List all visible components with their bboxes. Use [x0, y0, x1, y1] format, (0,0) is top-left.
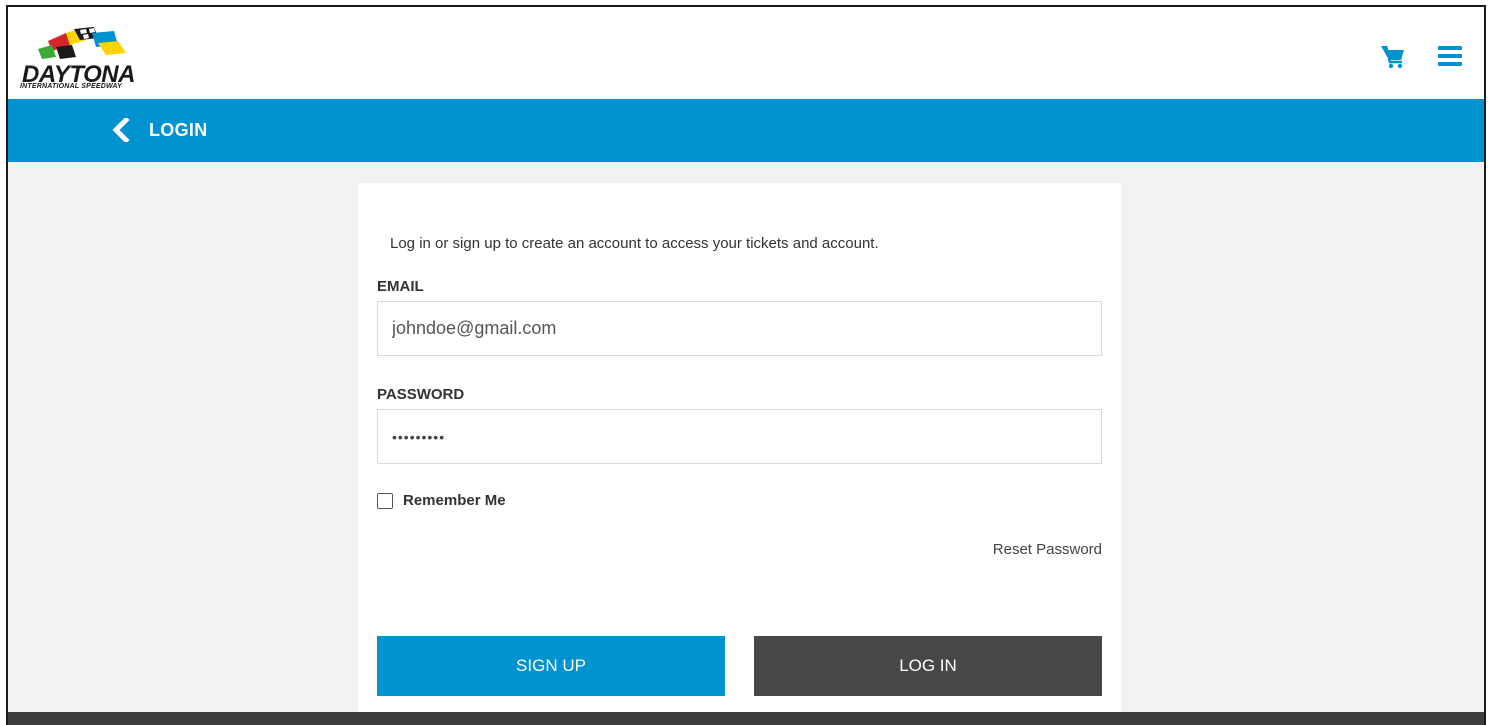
log-in-button[interactable]: LOG IN [754, 636, 1102, 696]
email-input[interactable] [377, 301, 1102, 356]
page-title-bar: LOGIN [8, 99, 1484, 162]
remember-me-control[interactable]: Remember Me [377, 492, 506, 509]
hamburger-menu-icon[interactable] [1438, 46, 1462, 66]
daytona-logo-graphic: DAYTONA [22, 27, 135, 88]
password-input[interactable]: ••••••••• [377, 409, 1102, 464]
back-button[interactable]: LOGIN [112, 116, 208, 144]
site-footer [8, 712, 1484, 725]
password-label: PASSWORD [377, 386, 465, 403]
remember-me-checkbox[interactable] [377, 492, 393, 509]
login-intro-text: Log in or sign up to create an account t… [390, 235, 879, 252]
remember-me-label: Remember Me [403, 492, 506, 509]
login-card: Log in or sign up to create an account t… [358, 183, 1121, 723]
reset-password-link[interactable]: Reset Password [993, 541, 1102, 558]
sign-up-button[interactable]: SIGN UP [377, 636, 725, 696]
page-title: LOGIN [149, 119, 208, 140]
site-header: DAYTONA INTERNATIONAL SPEEDWAY [8, 7, 1484, 99]
browser-frame: DAYTONA INTERNATIONAL SPEEDWAY LOGIN Log… [6, 5, 1486, 725]
daytona-logo[interactable]: DAYTONA [18, 25, 158, 88]
email-label: EMAIL [377, 278, 424, 295]
shopping-cart-icon[interactable] [1380, 43, 1406, 69]
logo-subtext: INTERNATIONAL SPEEDWAY [20, 83, 123, 90]
chevron-left-icon [112, 118, 130, 142]
